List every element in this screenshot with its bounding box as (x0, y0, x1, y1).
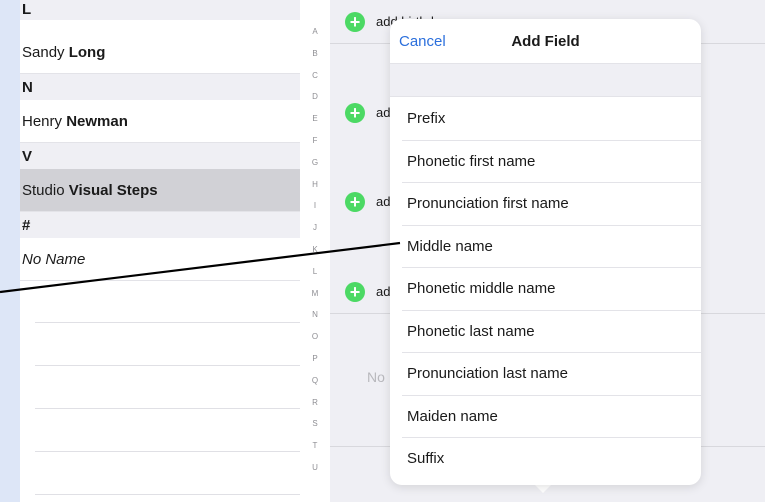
contact-first-name: Studio (22, 182, 65, 199)
add-field-plus-icon[interactable]: + (345, 192, 365, 212)
add-birthday-plus-icon[interactable]: + (345, 12, 365, 32)
index-letter-a[interactable]: A (300, 27, 330, 36)
field-option-prefix[interactable]: Prefix (390, 98, 701, 141)
index-letter-f[interactable]: F (300, 136, 330, 145)
field-option-phonetic-first-name[interactable]: Phonetic first name (390, 141, 701, 184)
index-letter-c[interactable]: C (300, 71, 330, 80)
contact-row-henry-newman[interactable]: Henry Newman (20, 100, 300, 143)
index-letter-b[interactable]: B (300, 49, 330, 58)
field-option-pronunciation-last-name[interactable]: Pronunciation last name (390, 353, 701, 396)
contact-row-sandy-long[interactable]: Sandy Long (20, 31, 300, 74)
index-letter-d[interactable]: D (300, 92, 330, 101)
contact-first-name: No Name (22, 251, 86, 268)
notes-label: No (367, 369, 385, 385)
add-field-plus-icon[interactable]: + (345, 103, 365, 123)
contact-last-name: Visual Steps (68, 182, 158, 199)
contact-row-no-name[interactable]: No Name (20, 238, 300, 281)
index-letter-p[interactable]: P (300, 354, 330, 363)
cancel-button[interactable]: Cancel (399, 33, 446, 50)
add-field-popover: Add Field Cancel Prefix Phonetic first n… (390, 19, 701, 485)
index-letter-g[interactable]: G (300, 158, 330, 167)
popover-spacer (390, 64, 701, 97)
add-field-link[interactable]: ad (376, 284, 390, 299)
field-option-middle-name[interactable]: Middle name (390, 226, 701, 269)
contact-first-name: Henry (22, 113, 63, 130)
index-letter-r[interactable]: R (300, 398, 330, 407)
index-letter-h[interactable]: H (300, 180, 330, 189)
add-field-link[interactable]: ad (376, 105, 390, 120)
index-letter-e[interactable]: E (300, 114, 330, 123)
list-divider (35, 451, 300, 452)
contacts-list: L Sandy Long N Henry Newman V Studio Vis… (20, 0, 300, 502)
contact-first-name: Sandy (22, 44, 65, 61)
section-header-v: V (20, 143, 300, 170)
index-letter-s[interactable]: S (300, 419, 330, 428)
alphabet-index[interactable]: A B C D E F G H I J K L M N O P Q R S T U (300, 0, 330, 502)
list-divider (35, 494, 300, 495)
contact-row-studio-visual-steps[interactable]: Studio Visual Steps (20, 169, 300, 212)
section-header-hash: # (20, 212, 300, 239)
add-field-plus-icon[interactable]: + (345, 282, 365, 302)
index-letter-n[interactable]: N (300, 310, 330, 319)
index-letter-l[interactable]: L (300, 267, 330, 276)
field-option-maiden-name[interactable]: Maiden name (390, 396, 701, 439)
index-letter-u[interactable]: U (300, 463, 330, 472)
field-option-pronunciation-first-name[interactable]: Pronunciation first name (390, 183, 701, 226)
list-divider (35, 365, 300, 366)
index-letter-i[interactable]: I (300, 201, 330, 210)
contact-last-name: Newman (66, 113, 128, 130)
index-letter-t[interactable]: T (300, 441, 330, 450)
field-option-phonetic-last-name[interactable]: Phonetic last name (390, 311, 701, 354)
section-header-l: L (20, 0, 300, 20)
index-letter-q[interactable]: Q (300, 376, 330, 385)
index-letter-j[interactable]: J (300, 223, 330, 232)
section-header-n: N (20, 74, 300, 101)
field-option-suffix[interactable]: Suffix (390, 438, 701, 481)
add-field-link[interactable]: ad (376, 194, 390, 209)
field-option-phonetic-middle-name[interactable]: Phonetic middle name (390, 268, 701, 311)
index-letter-k[interactable]: K (300, 245, 330, 254)
popover-header: Add Field Cancel (390, 19, 701, 64)
index-letter-o[interactable]: O (300, 332, 330, 341)
list-divider (35, 322, 300, 323)
list-divider (35, 408, 300, 409)
index-letter-m[interactable]: M (300, 289, 330, 298)
contact-last-name: Long (68, 44, 106, 61)
